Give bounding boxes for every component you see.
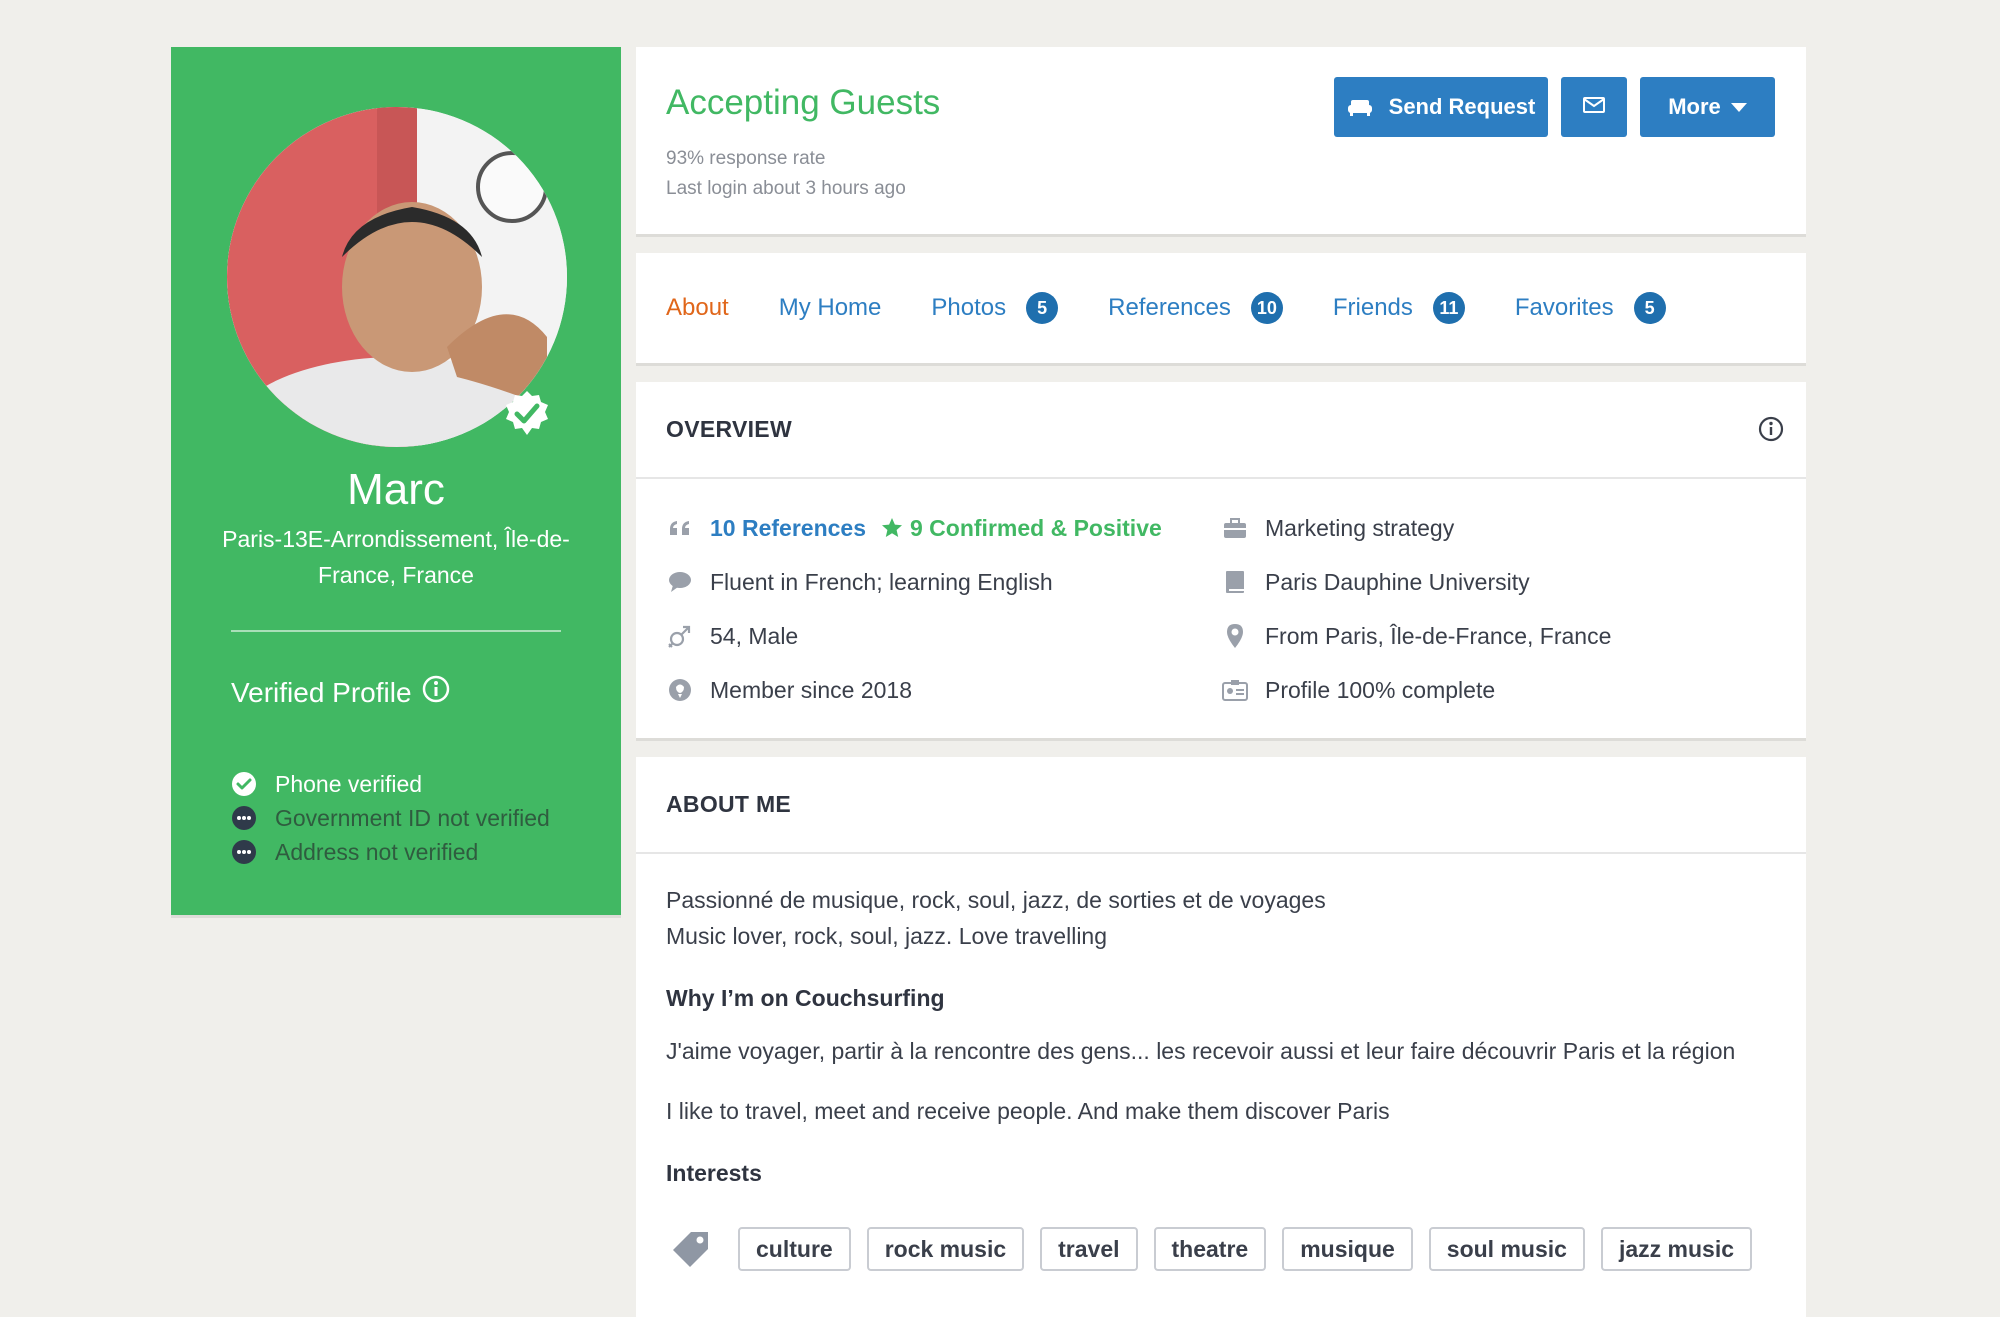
languages-text: Fluent in French; learning English [710,568,1053,595]
about-me-card: ABOUT ME Passionné de musique, rock, sou… [636,757,1806,1317]
tab-friends[interactable]: Friends 11 [1333,292,1465,324]
overview-occupation: Marketing strategy [1221,508,1454,548]
gender-icon [666,623,694,649]
tab-label: References [1108,294,1231,321]
section-divider [636,852,1806,854]
couch-icon [1347,97,1373,117]
verified-profile-label: Verified Profile [231,676,412,708]
interests-heading: Interests [666,1160,762,1186]
profile-tabs: About My Home Photos 5 References 10 Fri… [666,253,1666,363]
section-divider [636,477,1806,479]
verification-address: Address not verified [231,827,550,878]
check-circle-icon [231,771,259,799]
overview-languages: Fluent in French; learning English [666,562,1053,602]
tab-label: About [666,294,729,321]
count-badge: 5 [1633,292,1666,324]
tab-favorites[interactable]: Favorites 5 [1515,292,1666,324]
verification-list: Phone verified Government ID not verifie… [231,759,550,878]
interest-tag[interactable]: rock music [866,1227,1025,1271]
overview-hometown: From Paris, Île-de-France, France [1221,616,1611,656]
count-badge: 11 [1432,292,1465,324]
hometown-text: From Paris, Île-de-France, France [1265,622,1612,649]
tab-references[interactable]: References 10 [1108,292,1283,324]
completeness-text: Profile 100% complete [1265,676,1496,703]
send-request-button[interactable]: Send Request [1334,77,1548,137]
occupation-text: Marketing strategy [1265,514,1455,541]
age-gender-text: 54, Male [710,622,799,649]
tab-label: My Home [778,294,882,321]
confirmed-positive: 9 Confirmed & Positive [880,515,1162,542]
envelope-icon [1582,94,1606,120]
book-icon [1221,570,1249,594]
count-badge: 5 [1026,292,1059,324]
couchsurfing-logo-icon [666,678,694,702]
overview-heading: OVERVIEW [666,416,792,442]
tab-label: Photos [931,294,1007,321]
response-rate: 93% response rate [666,148,826,169]
confirmed-label: 9 Confirmed & Positive [910,514,1162,541]
sidebar-divider [231,630,561,632]
avatar-container [227,107,567,447]
profile-sidebar: Marc Paris-13E-Arrondissement, Île-de-Fr… [171,47,621,915]
references-link[interactable]: 10 References [710,515,866,542]
education-text: Paris Dauphine University [1265,568,1530,595]
verification-label: Government ID not verified [275,805,550,831]
interest-tag[interactable]: jazz music [1600,1227,1752,1271]
hosting-status: Accepting Guests [666,83,941,122]
member-since-text: Member since 2018 [710,676,912,703]
pending-dots-icon [231,839,259,867]
overview-references: 10 References 9 Confirmed & Positive [666,508,1162,548]
last-login: Last login about 3 hours ago [666,178,906,199]
quote-icon [666,519,694,537]
id-card-icon [1221,679,1249,701]
overview-member-since: Member since 2018 [666,670,912,710]
interest-tags: culture rock music travel theatre musiqu… [666,1227,1768,1271]
message-button[interactable] [1561,77,1627,137]
tab-my-home[interactable]: My Home [779,294,882,322]
why-text-english: I like to travel, meet and receive peopl… [666,1098,1390,1124]
verification-label: Address not verified [275,839,479,865]
tab-about[interactable]: About [666,294,729,322]
about-me-heading: ABOUT ME [666,791,792,817]
overview-card: OVERVIEW 10 References 9 Confirmed & Pos… [636,382,1806,738]
interest-tag[interactable]: travel [1040,1227,1138,1271]
info-icon[interactable] [422,675,450,710]
overview-completeness: Profile 100% complete [1221,670,1495,710]
interest-tag[interactable]: culture [738,1227,851,1271]
why-couchsurfing-heading: Why I’m on Couchsurfing [666,985,945,1011]
why-text-french: J'aime voyager, partir à la rencontre de… [666,1038,1736,1064]
tab-label: Friends [1332,294,1413,321]
briefcase-icon [1221,517,1249,539]
interest-tag[interactable]: theatre [1153,1227,1267,1271]
about-line-french: Passionné de musique, rock, soul, jazz, … [666,887,1326,913]
overview-age-gender: 54, Male [666,616,798,656]
verified-badge-icon [503,389,551,437]
verification-label: Phone verified [275,771,423,797]
star-icon [880,516,904,540]
interest-tag[interactable]: soul music [1428,1227,1585,1271]
about-line-english: Music lover, rock, soul, jazz. Love trav… [666,923,1108,949]
more-button[interactable]: More [1640,77,1775,137]
verified-profile-heading: Verified Profile [231,675,450,710]
more-label: More [1668,94,1721,119]
info-icon[interactable] [1758,416,1784,447]
tag-icon [666,1229,716,1269]
overview-education: Paris Dauphine University [1221,562,1530,602]
interest-tag[interactable]: musique [1282,1227,1413,1271]
pending-dots-icon [231,805,259,833]
caret-down-icon [1730,102,1747,112]
map-pin-icon [1221,623,1249,649]
profile-name: Marc [347,465,445,514]
count-badge: 10 [1250,292,1283,324]
speech-bubble-icon [666,571,694,593]
status-card: Accepting Guests 93% response rate Last … [636,47,1806,234]
send-request-label: Send Request [1388,94,1536,119]
tabs-card: About My Home Photos 5 References 10 Fri… [636,253,1806,363]
tab-label: Favorites [1514,294,1614,321]
tab-photos[interactable]: Photos 5 [931,292,1059,324]
profile-location: Paris-13E-Arrondissement, Île-de-France,… [222,526,570,588]
